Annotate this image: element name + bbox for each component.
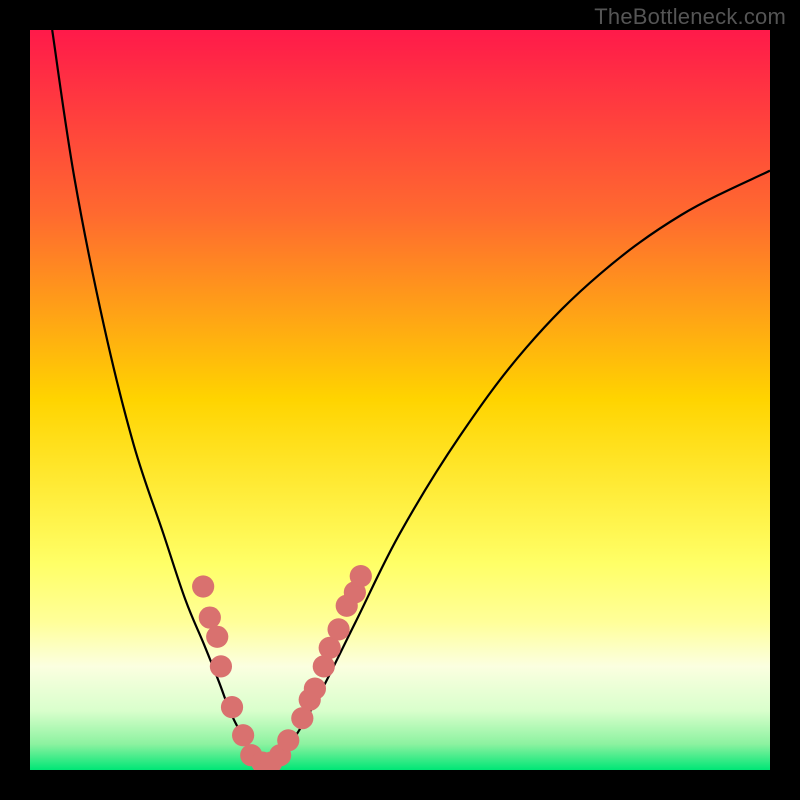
watermark-text: TheBottleneck.com bbox=[594, 4, 786, 30]
highlight-dot bbox=[277, 729, 299, 751]
highlight-dot bbox=[210, 655, 232, 677]
plot-background bbox=[30, 30, 770, 770]
highlight-dot bbox=[192, 575, 214, 597]
chart-container: TheBottleneck.com bbox=[0, 0, 800, 800]
highlight-dot bbox=[350, 565, 372, 587]
highlight-dot bbox=[199, 606, 221, 628]
highlight-dot bbox=[206, 626, 228, 648]
highlight-dot bbox=[232, 724, 254, 746]
highlight-dot bbox=[304, 678, 326, 700]
bottleneck-chart bbox=[0, 0, 800, 800]
highlight-dot bbox=[221, 696, 243, 718]
highlight-dot bbox=[327, 618, 349, 640]
